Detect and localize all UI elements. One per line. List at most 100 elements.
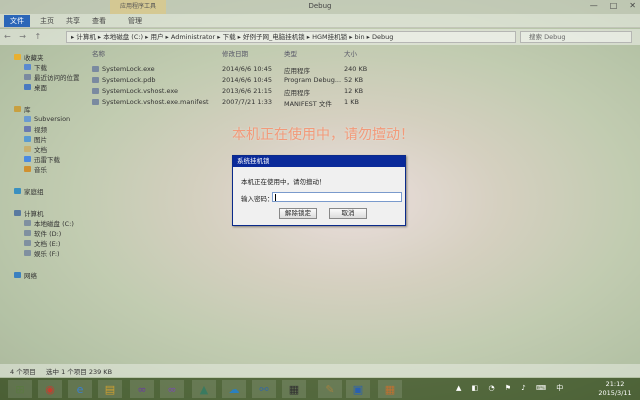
library-icon <box>14 106 21 112</box>
sidebar-item[interactable]: 音乐 <box>24 164 47 174</box>
file-date: 2013/6/6 21:15 <box>222 87 272 95</box>
sidebar-item[interactable]: 图片 <box>24 134 47 144</box>
column-name[interactable]: 名称 <box>92 48 105 58</box>
tab-share[interactable]: 共享 <box>66 16 80 26</box>
sidebar-item[interactable]: 本地磁盘 (C:) <box>24 218 74 228</box>
sidebar-item-label: 家庭组 <box>24 188 44 196</box>
file-icon <box>92 99 99 105</box>
sidebar-item[interactable]: 视频 <box>24 124 47 134</box>
sidebar-item[interactable]: 文档 (E:) <box>24 238 60 248</box>
file-name: SystemLock.pdb <box>102 76 156 84</box>
chrome-app[interactable]: ◉ <box>38 380 62 398</box>
sidebar-item-label: 桌面 <box>34 84 47 92</box>
network-app[interactable]: ⚯ <box>252 380 276 398</box>
drive-icon <box>24 240 31 246</box>
sidebar-item[interactable]: 计算机 <box>14 208 44 218</box>
sidebar-item-label: 网络 <box>24 272 37 280</box>
network-icon <box>14 272 21 278</box>
file-date: 2014/6/6 10:45 <box>222 76 272 84</box>
navigation-pane: 收藏夹 下载最近访问的位置 桌面库 Subversion 视频图片文档迅雷下载 音乐家庭组… <box>0 46 86 360</box>
close-button[interactable]: ✕ <box>629 1 636 10</box>
subversion-icon <box>24 116 31 122</box>
file-date: 2014/6/6 10:45 <box>222 65 272 73</box>
column-date[interactable]: 修改日期 <box>222 48 248 58</box>
sidebar-item-label: 视频 <box>34 126 47 134</box>
file-type: 应用程序 <box>284 89 310 97</box>
sidebar-item-label: 图片 <box>34 136 47 144</box>
file-size: 1 KB <box>344 98 359 106</box>
sidebar-item[interactable]: 家庭组 <box>14 186 44 196</box>
item-count: 4 个项目 <box>10 368 36 376</box>
file-row[interactable]: SystemLock.vshost.exe.manifest 2007/7/21 … <box>90 97 390 108</box>
ribbon-tabs: 文件 主页 共享 查看 管理 <box>0 14 640 28</box>
sidebar-item[interactable]: Subversion <box>24 114 70 124</box>
file-row[interactable]: SystemLock.exe 2014/6/6 10:45 应用程序 240 KB <box>90 64 390 75</box>
nav-buttons[interactable]: ← → ↑ <box>4 32 44 41</box>
sidebar-item[interactable]: 最近访问的位置 <box>24 72 80 82</box>
app-blue[interactable]: ▣ <box>346 380 370 398</box>
sidebar-item[interactable]: 迅雷下载 <box>24 154 60 164</box>
lock-dialog: 系统挂机锁 本机正在使用中，请勿擅动！ 输入密码： 解除锁定 取消 <box>232 155 406 226</box>
sidebar-item[interactable]: 桌面 <box>24 82 47 92</box>
search-input[interactable]: 搜索 Debug <box>520 31 632 43</box>
visual-studio-2-app[interactable]: ∞ <box>160 380 184 398</box>
tab-manage[interactable]: 管理 <box>128 16 142 26</box>
star-icon <box>14 54 21 60</box>
sql-app[interactable]: ▲ <box>192 380 216 398</box>
video-icon <box>24 126 31 132</box>
clock[interactable]: 21:12 2015/3/11 <box>592 380 638 398</box>
minimize-button[interactable]: — <box>590 1 598 10</box>
password-input[interactable] <box>272 192 402 202</box>
file-name: SystemLock.exe <box>102 65 155 73</box>
column-size[interactable]: 大小 <box>344 48 357 58</box>
password-label: 输入密码： <box>241 195 274 203</box>
file-date: 2007/7/21 1:33 <box>222 98 272 106</box>
clock-date: 2015/3/11 <box>598 389 632 397</box>
sidebar-item[interactable]: 娱乐 (F:) <box>24 248 60 258</box>
app-tile[interactable]: ▦ <box>378 380 402 398</box>
notes-app[interactable]: ✎ <box>318 380 342 398</box>
sidebar-item-label: 最近访问的位置 <box>34 74 80 82</box>
sidebar-item-label: 迅雷下载 <box>34 156 60 164</box>
file-icon <box>92 88 99 94</box>
download-folder-icon <box>24 64 31 70</box>
visual-studio-app[interactable]: ∞ <box>130 380 154 398</box>
music-icon <box>24 166 31 172</box>
sidebar-item[interactable]: 库 <box>14 104 31 114</box>
sidebar-item[interactable]: 收藏夹 <box>14 52 44 62</box>
terminal-app[interactable]: ▦ <box>282 380 306 398</box>
file-tab[interactable]: 文件 <box>4 15 30 27</box>
address-path[interactable]: ▸ 计算机 ▸ 本地磁盘 (C:) ▸ 用户 ▸ Administrator ▸… <box>66 31 516 43</box>
address-bar-row: ← → ↑ ▸ 计算机 ▸ 本地磁盘 (C:) ▸ 用户 ▸ Administr… <box>0 29 640 45</box>
unlock-button[interactable]: 解除锁定 <box>279 208 317 219</box>
sidebar-item-label: 软件 (D:) <box>34 230 62 238</box>
file-row[interactable]: SystemLock.vshost.exe 2013/6/6 21:15 应用程序 1… <box>90 86 390 97</box>
thunder-download-icon <box>24 156 31 162</box>
maximize-button[interactable]: □ <box>610 1 618 10</box>
column-type[interactable]: 类型 <box>284 48 297 58</box>
sidebar-item[interactable]: 文档 <box>24 144 47 154</box>
qq-app[interactable]: ☁ <box>222 380 246 398</box>
desktop-icon <box>24 84 31 90</box>
file-type: Program Debug... <box>284 76 342 84</box>
taskbar: ⊞ ◉ e ▤ ∞ ∞ ▲ ☁ ⚯ ▦ ✎ ▣ ▦ ▲ ◧ ◔ ⚑ ♪ ⌨ 中 21:12 2015/3… <box>0 378 640 400</box>
sidebar-item[interactable]: 下载 <box>24 62 47 72</box>
homegroup-icon <box>14 188 21 194</box>
file-name: SystemLock.vshost.exe <box>102 87 178 95</box>
file-name: SystemLock.vshost.exe.manifest <box>102 98 209 106</box>
cancel-button[interactable]: 取消 <box>329 208 367 219</box>
explorer-app[interactable]: ▤ <box>98 380 122 398</box>
tab-home[interactable]: 主页 <box>40 16 54 26</box>
file-type: MANIFEST 文件 <box>284 100 332 108</box>
file-row[interactable]: SystemLock.pdb 2014/6/6 10:45 Program Debu… <box>90 75 390 85</box>
sidebar-item-label: 收藏夹 <box>24 54 44 62</box>
sidebar-item[interactable]: 软件 (D:) <box>24 228 61 238</box>
start-button[interactable]: ⊞ <box>8 380 32 398</box>
tab-view[interactable]: 查看 <box>92 16 106 26</box>
sidebar-item-label: 文档 <box>34 146 47 154</box>
file-size: 12 KB <box>344 87 364 95</box>
ie-app[interactable]: e <box>68 380 92 398</box>
sidebar-item[interactable]: 网络 <box>14 270 37 280</box>
recent-places-icon <box>24 74 31 80</box>
system-tray[interactable]: ▲ ◧ ◔ ⚑ ♪ ⌨ 中 <box>456 383 567 393</box>
